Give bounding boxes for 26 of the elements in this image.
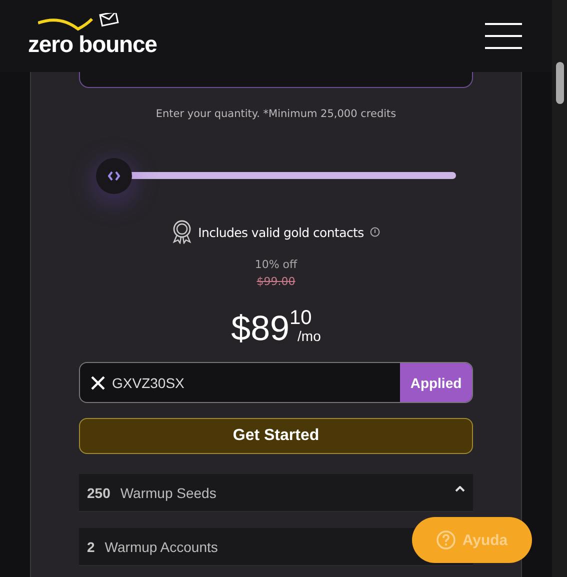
logo-text: zero bounce [28, 33, 157, 55]
coupon-code: GXVZ30SX [112, 374, 184, 390]
addon-count: 250 [87, 484, 110, 500]
feature-text: Includes valid gold contacts [198, 224, 364, 240]
info-icon[interactable] [370, 227, 380, 237]
addon-label: Warmup Accounts [104, 538, 219, 554]
scrollbar[interactable] [552, 0, 567, 577]
coupon-field[interactable]: GXVZ30SX Applied [79, 362, 473, 403]
old-price: $99.00 [256, 275, 296, 288]
quantity-slider[interactable] [96, 158, 456, 194]
quantity-field[interactable] [79, 72, 473, 88]
slider-thumb[interactable] [96, 158, 132, 194]
award-icon [172, 220, 192, 244]
quantity-hint: Enter your quantity. *Minimum 25,000 credits [154, 108, 398, 120]
addon-count: 2 [87, 538, 95, 554]
menu-icon[interactable] [485, 23, 522, 49]
get-started-button[interactable]: Get Started [79, 418, 473, 454]
discount-label: 10% off [254, 258, 298, 271]
help-icon [436, 530, 456, 550]
applied-button[interactable]: Applied [400, 363, 472, 402]
price-amount: $89 [231, 310, 290, 348]
price-cents: 10 [290, 308, 313, 328]
price-period: /mo [298, 328, 321, 344]
close-icon[interactable] [90, 374, 106, 390]
addon-label: Warmup Seeds [120, 484, 218, 500]
caret-icon [455, 486, 465, 492]
